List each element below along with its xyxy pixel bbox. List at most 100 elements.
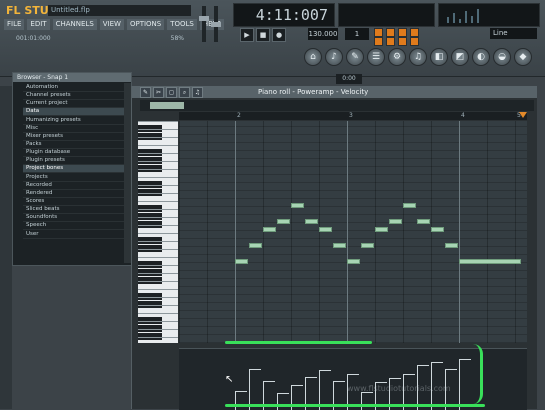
slider-knob[interactable]	[211, 22, 221, 27]
toggle-button[interactable]	[386, 37, 395, 46]
note[interactable]	[305, 219, 318, 224]
browser-item[interactable]: Plugin database	[23, 149, 127, 158]
toggle-button[interactable]	[410, 37, 419, 46]
slider-knob[interactable]	[199, 16, 209, 21]
mixer-icon[interactable]: ◧	[430, 48, 448, 66]
browser-item[interactable]: Scores	[23, 198, 127, 206]
bar-line	[459, 121, 460, 343]
menu-tools[interactable]: TOOLS	[167, 19, 197, 30]
note[interactable]	[445, 243, 458, 248]
note[interactable]	[333, 243, 346, 248]
piano-roll-icon[interactable]: ♫	[409, 48, 427, 66]
velocity-bar[interactable]	[459, 360, 460, 410]
browser-scrollbar[interactable]	[124, 83, 131, 263]
browser-item[interactable]: Rendered	[23, 190, 127, 198]
browser-item[interactable]: Sliced beats	[23, 206, 127, 215]
note-grid[interactable]	[179, 121, 527, 343]
horizontal-zoom-bar[interactable]	[140, 100, 534, 111]
timeline-ruler[interactable]: 2 3 4 5	[179, 112, 527, 120]
home-icon[interactable]: ⌂	[304, 48, 322, 66]
velocity-cap	[333, 381, 345, 382]
toggle-button[interactable]	[398, 37, 407, 46]
note[interactable]	[431, 227, 444, 232]
note[interactable]	[249, 243, 262, 248]
note[interactable]	[459, 259, 521, 264]
toggle-button[interactable]	[410, 28, 419, 37]
draw-tool-icon[interactable]: ✎	[140, 87, 151, 98]
browser-item[interactable]: Packs	[23, 141, 127, 149]
select-tool-icon[interactable]: ◻	[166, 87, 177, 98]
velocity-bar[interactable]	[235, 392, 236, 410]
velocity-bar[interactable]	[361, 393, 362, 410]
annotation-line	[225, 404, 485, 407]
white-key-divider	[138, 185, 178, 186]
piano-roll-titlebar[interactable]: ✎ ✂ ◻ ⌕ ♫ Piano roll - Poweramp - Veloci…	[132, 86, 537, 98]
zoom-tool-icon[interactable]: ⌕	[179, 87, 190, 98]
zoom-thumb[interactable]	[150, 102, 184, 109]
plugin-icon[interactable]: ◒	[493, 48, 511, 66]
browser-item[interactable]: Automation	[23, 84, 127, 92]
note[interactable]	[389, 219, 402, 224]
record-button[interactable]: ●	[272, 28, 286, 42]
white-key-divider	[138, 257, 178, 258]
snap-select[interactable]: Line	[490, 28, 537, 39]
note[interactable]	[375, 227, 388, 232]
toggle-button[interactable]	[386, 28, 395, 37]
note[interactable]	[235, 259, 248, 264]
gear-icon[interactable]: ⚙	[388, 48, 406, 66]
menu-view[interactable]: VIEW	[99, 19, 124, 30]
playlist-icon[interactable]: ☰	[367, 48, 385, 66]
note[interactable]	[347, 259, 360, 264]
song-end-marker-icon[interactable]	[519, 112, 527, 118]
menu-options[interactable]: OPTIONS	[126, 19, 165, 30]
note[interactable]	[277, 219, 290, 224]
playback-tool-icon[interactable]: ♫	[192, 87, 203, 98]
note[interactable]	[361, 243, 374, 248]
white-key-divider	[138, 137, 178, 138]
browser-item[interactable]: Project bones	[23, 165, 127, 174]
output-monitor[interactable]	[438, 3, 540, 27]
velocity-bar[interactable]	[277, 394, 278, 410]
play-button[interactable]: ▶	[240, 28, 254, 42]
browser-item[interactable]: Recorded	[23, 182, 127, 190]
browser-item[interactable]: Speech	[23, 222, 127, 231]
menu-file[interactable]: FILE	[4, 19, 25, 30]
note[interactable]	[263, 227, 276, 232]
slice-tool-icon[interactable]: ✂	[153, 87, 164, 98]
white-key-divider	[138, 193, 178, 194]
monitor-bar	[459, 19, 461, 23]
note[interactable]	[403, 203, 416, 208]
browser-icon[interactable]: ◐	[472, 48, 490, 66]
white-key-divider	[138, 313, 178, 314]
master-volume-slider[interactable]	[199, 6, 209, 42]
tempo-display[interactable]: 130.000	[308, 28, 338, 40]
toggle-button[interactable]	[398, 28, 407, 37]
menu-channels[interactable]: CHANNELS	[52, 19, 97, 30]
toggle-button[interactable]	[374, 28, 383, 37]
tempo-icon[interactable]: ◆	[514, 48, 532, 66]
pattern-selector[interactable]: 1	[345, 28, 369, 40]
browser-item[interactable]: Humanizing presets	[23, 117, 127, 125]
velocity-panel-label	[132, 348, 179, 409]
browser-item[interactable]: Mixer presets	[23, 133, 127, 141]
note[interactable]	[417, 219, 430, 224]
browser-item[interactable]: Data	[23, 108, 127, 117]
pencil-icon[interactable]: ✎	[346, 48, 364, 66]
browser-item[interactable]: Plugin presets	[23, 157, 127, 166]
piano-keyboard[interactable]	[138, 121, 178, 343]
browser-item[interactable]: Current project	[23, 100, 127, 109]
browser-item[interactable]: User	[23, 231, 127, 239]
browser-item[interactable]: Misc	[23, 125, 127, 133]
note-icon[interactable]: ♪	[325, 48, 343, 66]
stop-button[interactable]: ■	[256, 28, 270, 42]
menu-edit[interactable]: EDIT	[27, 19, 50, 30]
browser-item[interactable]: Projects	[23, 174, 127, 182]
master-pitch-slider[interactable]	[211, 6, 221, 42]
browser-item[interactable]: Soundfonts	[23, 214, 127, 223]
velocity-cap	[305, 377, 317, 378]
channel-rack-icon[interactable]: ◩	[451, 48, 469, 66]
note[interactable]	[319, 227, 332, 232]
toggle-button[interactable]	[374, 37, 383, 46]
note[interactable]	[291, 203, 304, 208]
browser-item[interactable]: Channel presets	[23, 92, 127, 101]
